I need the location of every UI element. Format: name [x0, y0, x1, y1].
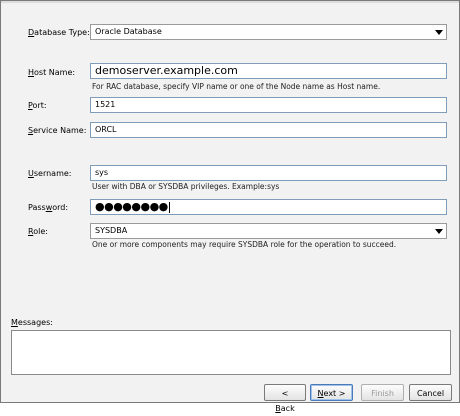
password-input[interactable]: ●●●●●●●● — [90, 199, 447, 215]
host-name-value: demoserver.example.com — [95, 64, 238, 77]
wizard-panel: Database Type: Oracle Database Host Name… — [0, 0, 460, 413]
next-button[interactable]: Next > — [310, 384, 353, 401]
service-name-value: ORCL — [95, 125, 117, 134]
service-name-label: Service Name: — [28, 126, 87, 135]
username-value: sys — [95, 168, 109, 177]
service-name-input[interactable]: ORCL — [90, 122, 447, 138]
port-value: 1521 — [95, 100, 116, 109]
top-divider — [1, 1, 459, 3]
messages-area[interactable] — [11, 330, 451, 375]
host-name-hint: For RAC database, specify VIP name or on… — [92, 82, 381, 91]
host-name-input[interactable]: demoserver.example.com — [90, 63, 447, 79]
database-type-label: Database Type: — [28, 28, 90, 37]
cancel-button[interactable]: Cancel — [409, 384, 452, 401]
username-input[interactable]: sys — [90, 165, 447, 181]
username-label: Username: — [28, 169, 72, 178]
username-hint: User with DBA or SYSDBA privileges. Exam… — [92, 182, 280, 191]
role-value: SYSDBA — [95, 226, 128, 235]
port-input[interactable]: 1521 — [90, 97, 447, 113]
role-dropdown[interactable]: SYSDBA — [90, 223, 447, 239]
database-type-value: Oracle Database — [95, 27, 162, 36]
back-button[interactable]: < Back — [264, 384, 306, 413]
host-name-label: Host Name: — [28, 68, 76, 77]
messages-label: Messages: — [11, 318, 53, 327]
finish-button[interactable]: Finish — [361, 384, 404, 401]
text-caret — [168, 202, 170, 213]
chevron-down-icon — [435, 30, 443, 35]
password-value: ●●●●●●●● — [95, 200, 168, 213]
password-label: Password: — [28, 203, 69, 212]
port-label: Port: — [28, 101, 47, 110]
role-label: Role: — [28, 227, 48, 236]
chevron-down-icon — [435, 229, 443, 234]
role-hint: One or more components may require SYSDB… — [92, 240, 397, 249]
database-type-dropdown[interactable]: Oracle Database — [90, 24, 447, 40]
